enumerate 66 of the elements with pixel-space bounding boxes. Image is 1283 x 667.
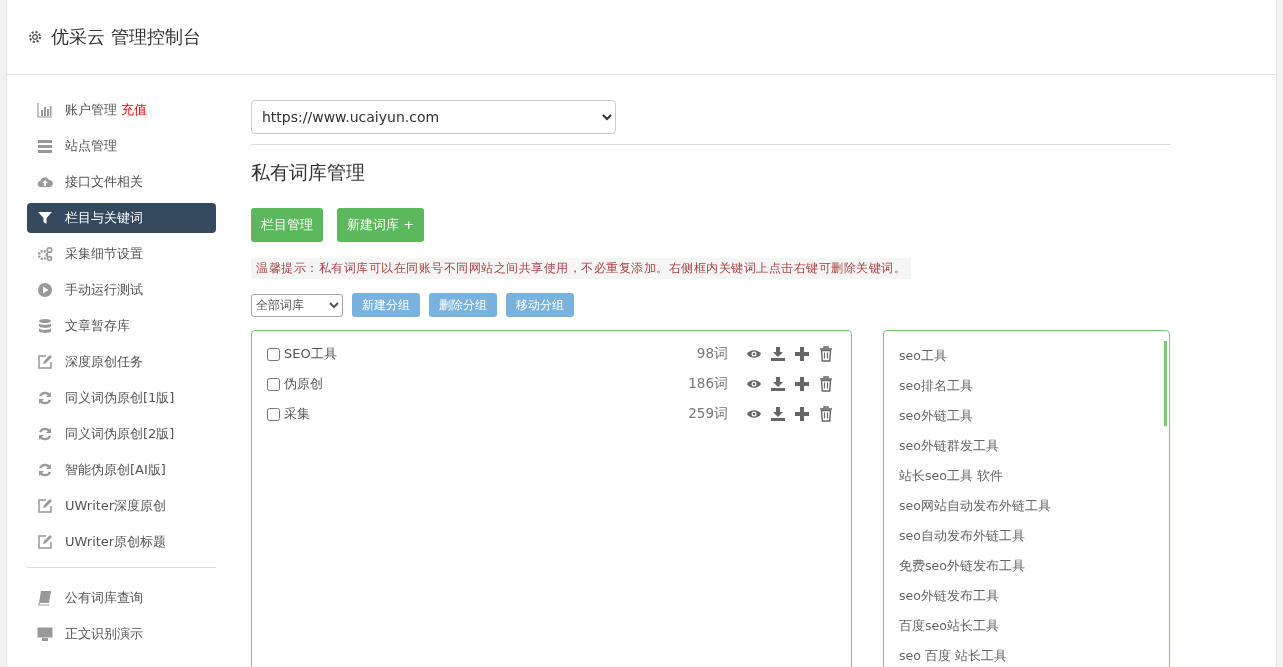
- keyword-item[interactable]: seo排名工具: [884, 371, 1169, 401]
- sidebar-item[interactable]: 同义词伪原创[2版]: [27, 419, 216, 449]
- refresh-icon: [37, 462, 53, 478]
- edit-icon: [37, 498, 53, 514]
- sidebar-item[interactable]: 智能伪原创[AI版]: [27, 455, 216, 485]
- keyword-item[interactable]: seo外链发布工具: [884, 581, 1169, 611]
- edit-icon: [37, 534, 53, 550]
- keyword-item[interactable]: 站长seo工具 软件: [884, 461, 1169, 491]
- library-checkbox[interactable]: [267, 347, 280, 361]
- sidebar-item[interactable]: 栏目与关键词: [27, 203, 216, 233]
- filter-icon: [37, 210, 53, 226]
- keyword-item[interactable]: 免费seo外链发布工具: [884, 551, 1169, 581]
- console-title: 优采云 管理控制台: [51, 25, 201, 49]
- library-checkbox[interactable]: [267, 407, 280, 421]
- download-icon[interactable]: [770, 406, 786, 422]
- trash-icon[interactable]: [818, 406, 834, 422]
- keyword-item[interactable]: seo自动发布外链工具: [884, 521, 1169, 551]
- sidebar-item[interactable]: 深度原创任务: [27, 347, 216, 377]
- gears-icon: [37, 246, 53, 262]
- keyword-item[interactable]: seo外链工具: [884, 401, 1169, 431]
- sidebar-item[interactable]: 站点管理: [27, 131, 216, 161]
- sidebar-item[interactable]: 接口文件相关: [27, 167, 216, 197]
- library-name: 采集: [284, 405, 310, 423]
- library-name: 伪原创: [284, 375, 323, 393]
- monitor-icon: [37, 626, 53, 642]
- play-icon: [37, 282, 53, 298]
- plus-icon[interactable]: [794, 376, 810, 392]
- site-select[interactable]: https://www.ucaiyun.com: [251, 100, 616, 134]
- word-count: 98词: [696, 345, 728, 363]
- download-icon[interactable]: [770, 376, 786, 392]
- cloud-upload-icon: [37, 174, 53, 190]
- trash-icon[interactable]: [818, 346, 834, 362]
- edit-icon: [37, 354, 53, 370]
- sidebar-item[interactable]: 文章暂存库: [27, 311, 216, 341]
- book-icon: [37, 590, 53, 606]
- server-icon: [37, 138, 53, 154]
- refresh-icon: [37, 426, 53, 442]
- download-icon[interactable]: [770, 346, 786, 362]
- sidebar-item[interactable]: 同义词伪原创[1版]: [27, 383, 216, 413]
- settings-icon: [27, 29, 43, 45]
- sidebar-item[interactable]: 采集细节设置: [27, 239, 216, 269]
- keyword-item[interactable]: 百度seo站长工具: [884, 611, 1169, 641]
- word-count: 259词: [688, 405, 728, 423]
- scrollbar[interactable]: [1164, 341, 1167, 426]
- sidebar-item[interactable]: UWriter深度原创: [27, 491, 216, 521]
- library-checkbox[interactable]: [267, 377, 280, 391]
- sidebar-item[interactable]: 账户管理 充值: [27, 95, 216, 125]
- tip-text: 温馨提示：私有词库可以在同账号不同网站之间共享使用，不必重复添加。右侧框内关键词上点击右键可删除关键词。: [251, 258, 911, 279]
- sidebar-item[interactable]: 正文识别演示: [27, 619, 216, 649]
- keyword-item[interactable]: seo 百度 站长工具: [884, 641, 1169, 667]
- database-icon: [37, 318, 53, 334]
- sidebar-item[interactable]: UWriter原创标题: [27, 527, 216, 557]
- keyword-item[interactable]: seo工具: [884, 341, 1169, 371]
- group-select[interactable]: 全部词库: [251, 293, 343, 317]
- keyword-item[interactable]: seo网站自动发布外链工具: [884, 491, 1169, 521]
- refresh-icon: [37, 390, 53, 406]
- keyword-item[interactable]: seo外链群发工具: [884, 431, 1169, 461]
- sidebar-item[interactable]: 手动运行测试: [27, 275, 216, 305]
- word-count: 186词: [688, 375, 728, 393]
- plus-icon[interactable]: [794, 406, 810, 422]
- page-title: 私有词库管理: [251, 160, 366, 185]
- trash-icon[interactable]: [818, 376, 834, 392]
- bar-chart-icon: [37, 102, 53, 118]
- plus-icon[interactable]: [794, 346, 810, 362]
- sidebar-item[interactable]: 公有词库查询: [27, 583, 216, 613]
- library-name: SEO工具: [284, 345, 337, 363]
